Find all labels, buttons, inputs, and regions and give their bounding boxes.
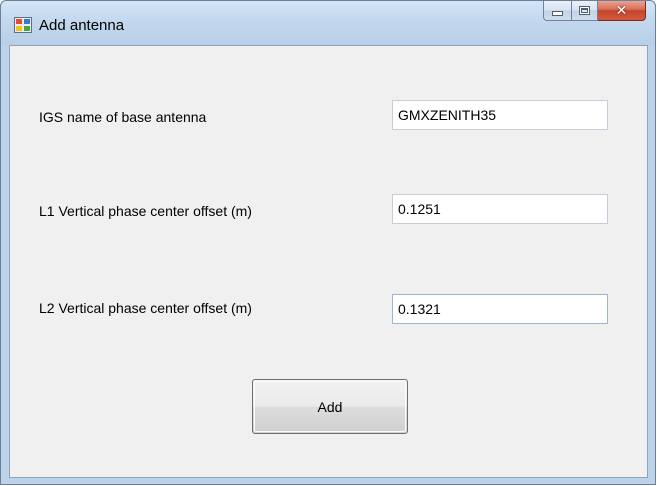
l2-offset-input[interactable] [392,294,608,324]
l1-offset-label: L1 Vertical phase center offset (m) [39,203,252,219]
add-button[interactable]: Add [252,379,408,434]
app-icon [14,17,32,33]
minimize-icon [552,11,563,16]
l2-offset-label: L2 Vertical phase center offset (m) [39,300,252,316]
add-antenna-window: Add antenna ✕ IGS name of base antenna L… [0,0,656,485]
form-panel: IGS name of base antenna L1 Vertical pha… [9,45,648,478]
igs-name-input[interactable] [392,100,608,130]
maximize-icon [579,6,590,15]
title-bar[interactable]: Add antenna ✕ [1,1,655,45]
l1-offset-input[interactable] [392,194,608,224]
close-icon: ✕ [615,2,628,19]
close-button[interactable]: ✕ [598,1,646,21]
minimize-button[interactable] [543,1,571,21]
igs-name-label: IGS name of base antenna [39,109,207,125]
maximize-button[interactable] [571,1,598,21]
caption-buttons: ✕ [543,1,646,22]
window-title: Add antenna [39,17,125,34]
